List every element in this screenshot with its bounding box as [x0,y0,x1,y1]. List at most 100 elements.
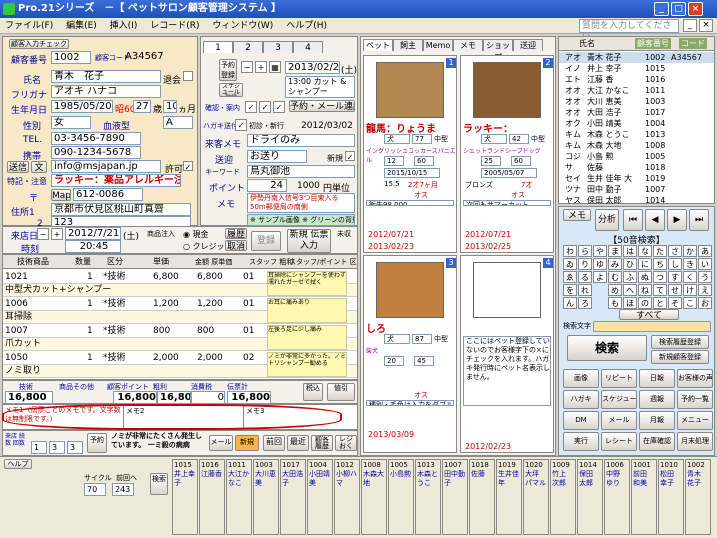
list-item[interactable]: エト 江藤 香 1016 [559,74,714,85]
kana-key[interactable]: く [683,271,697,283]
mail-button[interactable]: メール [209,435,233,451]
tray-card[interactable]: 1010 松田 幸子 [658,459,684,535]
permit-checkbox[interactable]: ✓ [183,161,193,172]
pet-length[interactable]: 45 [414,356,434,366]
menu-window[interactable]: ウィンドウ(W) [207,18,278,34]
tool-button[interactable]: 日報 [639,369,675,388]
tool-button[interactable]: ハガキ [563,390,599,409]
list-item[interactable]: オオ 大川 恵美 1003 [559,96,714,107]
kana-key[interactable]: し [668,258,682,270]
list-item[interactable]: アオ 青木 花子 1002 A34567 [559,52,714,63]
pet-photo[interactable] [473,262,541,318]
cash-radio[interactable]: ◉ 現金 [183,229,209,240]
tool-button[interactable]: お客様の声 [677,369,713,388]
birth-field[interactable]: 1985/05/20 [51,100,113,113]
kana-key[interactable]: て [653,284,667,296]
list-item[interactable]: ヤス 保田 太郎 1014 [559,195,714,206]
tab-4[interactable]: 4 [293,41,323,53]
kana-key[interactable]: え [698,284,712,296]
new-slip-button[interactable]: 新規 伝票入力 [287,229,331,253]
kana-key[interactable]: り [578,258,592,270]
sex-select[interactable]: 女 [51,116,91,129]
tray-card[interactable]: 1003 大川恵美 [253,459,279,535]
tool-button[interactable]: 在庫確認 [639,432,675,451]
all-button[interactable]: すべて [619,309,679,320]
kana-key[interactable]: け [683,284,697,296]
tray-card[interactable]: 1014 保田 太郎 [577,459,603,535]
memo-side-button[interactable]: メモ [563,209,591,221]
memo2-slip-field[interactable]: メモ2 [123,406,241,428]
input-check-button[interactable]: 顧客入力チェック [9,39,69,49]
time-field[interactable]: 20:45 [65,240,121,253]
kana-key[interactable]: ふ [623,271,637,283]
pet-tab-3[interactable]: メモ [453,39,483,51]
reserve-plus-button[interactable]: + [255,61,267,73]
list-item[interactable]: オオ 大田 浩子 1017 [559,107,714,118]
pet-breed[interactable]: 柴犬 [366,346,456,355]
tray-card[interactable]: 1020 大坪 パマル [523,459,549,535]
history-button[interactable]: 履歴 [225,228,247,239]
kana-key[interactable]: た [653,245,667,257]
tray-card[interactable]: 1017 大田浩子 [280,459,306,535]
send-button[interactable]: 送信 [7,161,29,173]
tray-card[interactable]: 1016 江藤香 [199,459,225,535]
tray-card[interactable]: 1002 青木 花子 [685,459,711,535]
pet-hair[interactable]: 25 [481,156,501,166]
tool-button[interactable]: 予約一覧 [677,390,713,409]
confirm-check-2[interactable]: ✓ [259,101,271,113]
sogei-select[interactable]: お送り [247,150,307,163]
kana-key[interactable]: ゑ [563,271,577,283]
tab-3[interactable]: 3 [263,41,293,53]
pet-breed[interactable]: イングリッシュコッカースパニエル [366,146,456,164]
first-record-icon[interactable]: ⏮ [623,209,643,231]
kana-key[interactable]: お [698,297,712,309]
kana-key[interactable]: な [638,245,652,257]
list-item[interactable]: イノ 井上 幸子 1015 [559,63,714,74]
list-item[interactable]: サ 佐藤 1018 [559,162,714,173]
blood-select[interactable]: A [163,116,193,129]
staff-note[interactable]: お耳に痛みあり [267,298,347,323]
customer-history-button[interactable]: 顧客履歴 [311,435,333,451]
prev-record-icon[interactable]: ◀ [645,209,665,231]
tray-card[interactable]: 1019 生井佳年 [496,459,522,535]
tray-card[interactable]: 1018 佐藤 [469,459,495,535]
tool-button[interactable]: 実行 [563,432,599,451]
tool-button[interactable]: 月末処理 [677,432,713,451]
list-item[interactable]: コジ 小島 勲 1005 [559,151,714,162]
receipt-button[interactable]: レジおくり [335,435,357,451]
memo3-slip-field[interactable]: メモ3 [243,406,355,428]
addr1-field[interactable]: 京都市伏見区桃山町真齋 [51,203,191,216]
email-field[interactable]: info@msjapan.jp [51,160,161,173]
tray-search-button[interactable]: 検索 [150,473,168,495]
kana-key[interactable]: さ [668,245,682,257]
tool-button[interactable]: 画像 [563,369,599,388]
kana-key[interactable]: す [668,271,682,283]
cycle-field[interactable]: 70 [84,483,106,496]
kana-key[interactable]: ん [563,297,577,309]
kana-key[interactable]: る [578,271,592,283]
kana-key[interactable]: つ [653,271,667,283]
kana-field[interactable]: アオキ ハナコ [51,85,161,98]
search-button[interactable]: 検索 [567,335,647,361]
kana-key[interactable]: き [683,258,697,270]
reserve-mail-button[interactable]: 予約・メール連絡 [289,100,355,112]
tool-button[interactable]: スケジュール [601,390,637,409]
kana-key[interactable]: と [653,297,667,309]
text-button[interactable]: 文 [31,161,47,173]
memo-field[interactable]: ドライのみ [247,134,355,147]
confirm-check-3[interactable]: ✓ [273,101,285,113]
list-item[interactable]: オオ 大江 かなこ 1011 [559,85,714,96]
tray-card[interactable]: 1013 木森とうこ [415,459,441,535]
pet-kind[interactable]: 犬 [384,134,410,144]
tool-button[interactable]: レシート [601,432,637,451]
pet-name[interactable]: しろ [366,320,456,335]
reserve-minus-button[interactable]: − [241,61,253,73]
zip-field[interactable]: 612-0086 [73,188,143,201]
list-item[interactable]: ツナ 田中 勤子 1007 [559,184,714,195]
pet-photo[interactable] [376,62,444,118]
pet-weight[interactable]: 42 [509,134,529,144]
new-button[interactable]: 新規 [235,435,259,451]
kana-key[interactable]: せ [668,284,682,296]
customer-code-field[interactable]: A34567 [123,51,193,64]
tray-card[interactable]: 1005 小島勲 [388,459,414,535]
